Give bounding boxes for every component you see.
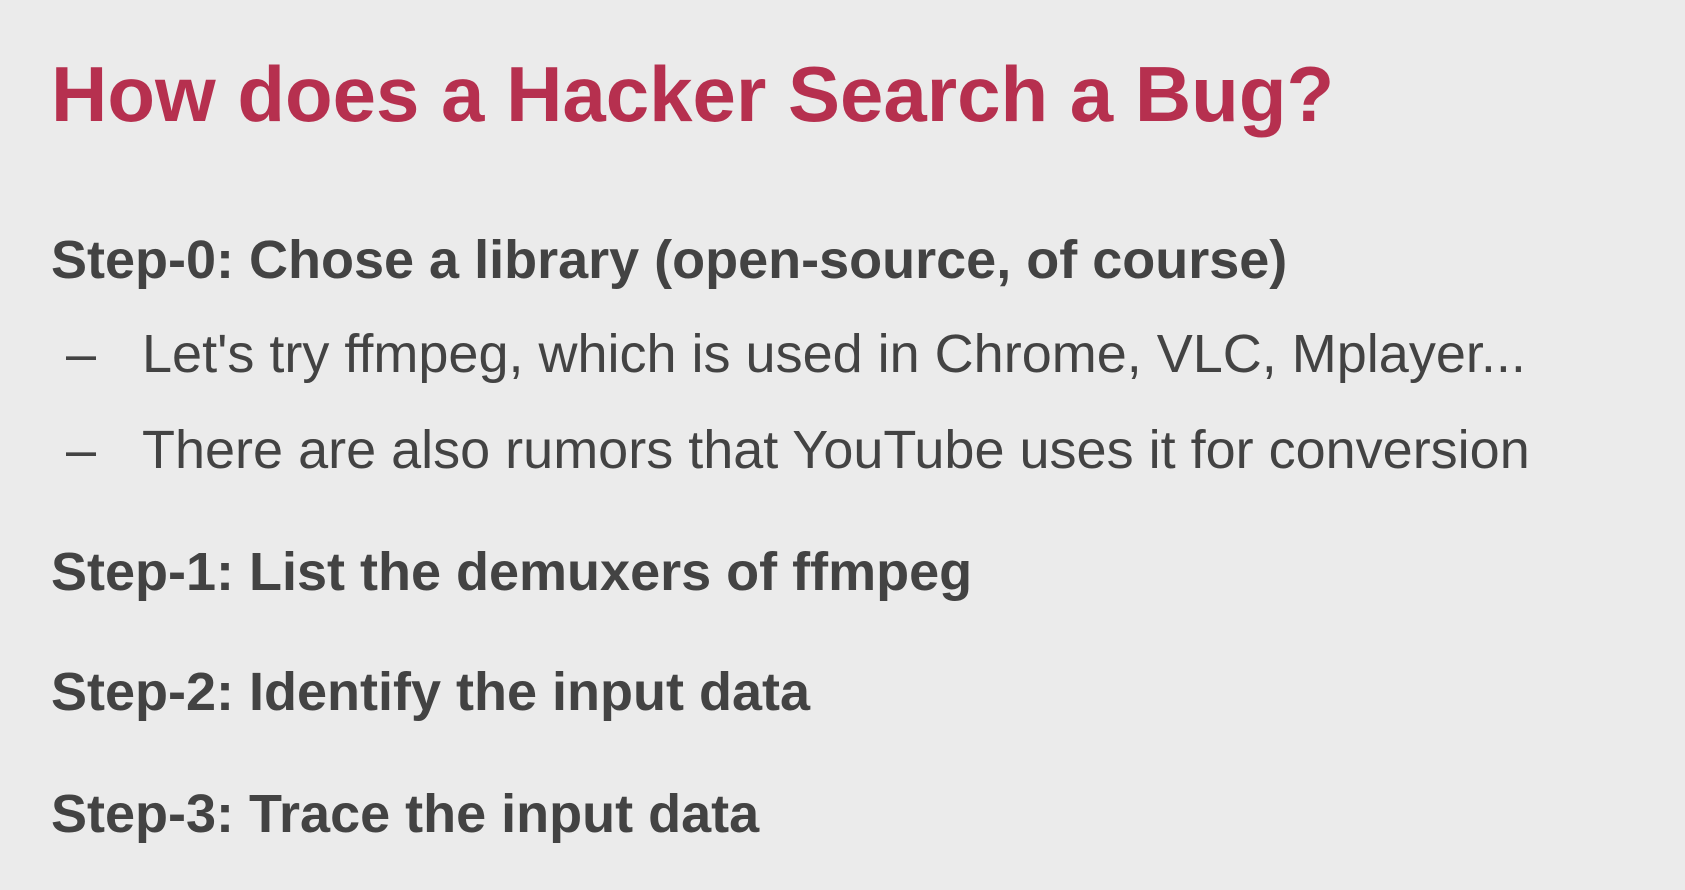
- dash-bullet: –: [66, 324, 97, 384]
- step-0: Step-0: Chose a library (open-source, of…: [51, 230, 1288, 290]
- slide-title: How does a Hacker Search a Bug?: [51, 50, 1335, 138]
- step-1: Step-1: List the demuxers of ffmpeg: [51, 542, 973, 602]
- step-3: Step-3: Trace the input data: [51, 784, 760, 844]
- dash-bullet: –: [66, 420, 97, 480]
- sub-bullet-text: Let's try ffmpeg, which is used in Chrom…: [142, 324, 1526, 384]
- sub-bullet-text: There are also rumors that YouTube uses …: [142, 420, 1530, 480]
- sub-bullet-item: – There are also rumors that YouTube uses…: [66, 418, 1530, 482]
- step-2: Step-2: Identify the input data: [51, 662, 811, 722]
- sub-bullet-item: – Let's try ffmpeg, which is used in Chro…: [66, 322, 1526, 386]
- slide: How does a Hacker Search a Bug? Step-0: …: [0, 0, 1685, 890]
